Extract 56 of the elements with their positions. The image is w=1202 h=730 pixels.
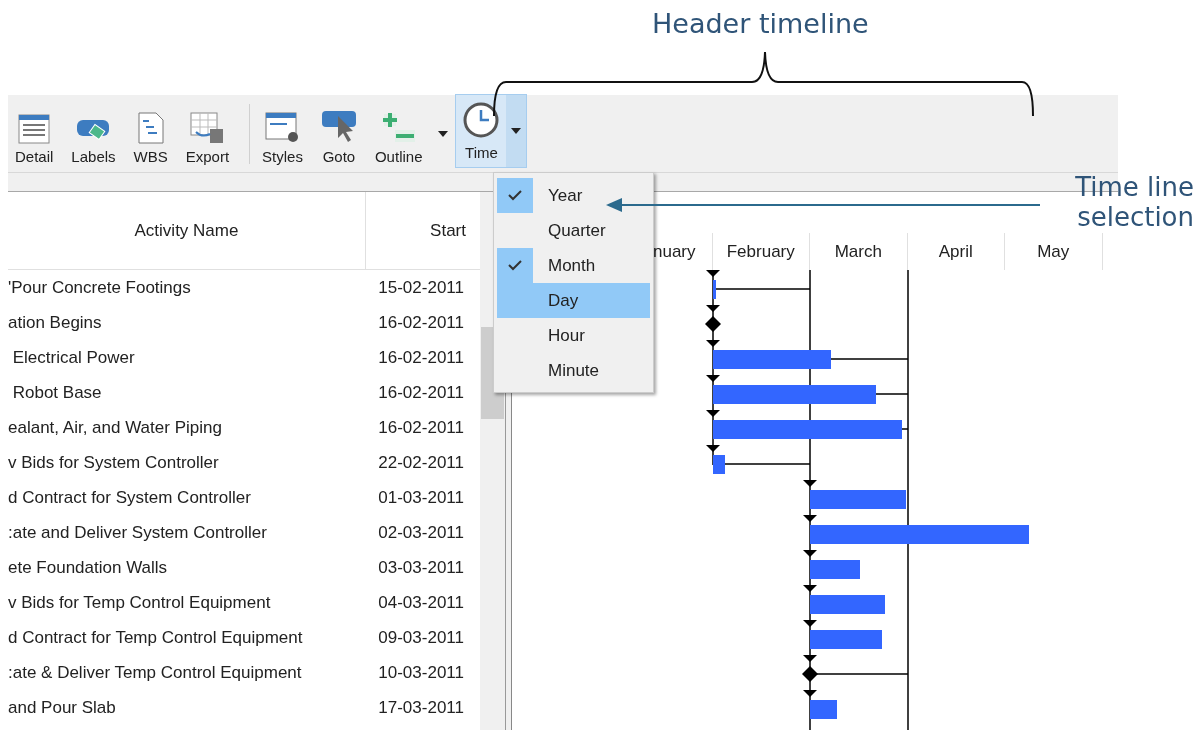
pointer-icon xyxy=(320,109,357,144)
menu-item[interactable]: Minute xyxy=(497,353,650,388)
table-cell-text: 04-03-2011 xyxy=(377,591,465,614)
table-cell-text: ation Begins xyxy=(8,311,103,334)
table-cell-text: 16-02-2011 xyxy=(377,381,465,404)
export-icon xyxy=(190,111,225,144)
caret-icon xyxy=(511,128,522,134)
table-cell-text: 22-02-2011 xyxy=(377,451,465,474)
toolbar-button[interactable]: Outline xyxy=(369,100,428,168)
table-cell-text: 15-02-2011 xyxy=(377,276,465,299)
caret-icon xyxy=(438,131,449,137)
table-cell-text: ealant, Air, and Water Piping xyxy=(8,416,223,439)
table-cell-text: Electrical Power xyxy=(11,346,136,369)
callout-text: Time line selection xyxy=(1074,172,1194,232)
toolbar-button[interactable]: Detail xyxy=(10,100,59,168)
table-cell-text: 02-03-2011 xyxy=(377,521,465,544)
table-cell-text: d Contract for Temp Control Equipment xyxy=(8,626,304,649)
callout-text: Header timeline xyxy=(652,7,869,41)
check-icon xyxy=(508,190,522,201)
table-cell-text: d Contract for System Controller xyxy=(8,486,252,509)
table-cell-text: 16-02-2011 xyxy=(377,416,465,439)
toolbar-button[interactable]: WBS xyxy=(128,100,173,168)
table-cell-text: 10-03-2011 xyxy=(377,661,465,684)
table-icon xyxy=(18,113,51,144)
toolbar-button[interactable]: Export xyxy=(180,100,235,168)
table-cell-text: 09-03-2011 xyxy=(377,626,465,649)
styles-icon xyxy=(264,111,301,144)
table-cell-text: v Bids for Temp Control Equipment xyxy=(8,591,272,614)
table-cell-text: 16-02-2011 xyxy=(377,346,465,369)
month-header: March xyxy=(810,233,908,270)
column-header[interactable]: Start xyxy=(366,192,480,269)
menu-item[interactable]: Hour xyxy=(497,318,650,353)
table-cell-text: 'Pour Concrete Footings xyxy=(8,276,192,299)
month-header: April xyxy=(907,233,1005,270)
table-cell-text: 01-03-2011 xyxy=(377,486,465,509)
check-icon xyxy=(508,260,522,271)
toolbar-button[interactable]: Labels xyxy=(66,100,121,168)
table-cell-text: 03-03-2011 xyxy=(377,556,465,579)
table-cell-text: 16-02-2011 xyxy=(377,311,465,334)
table-cell-text: v Bids for System Controller xyxy=(8,451,220,474)
menu-item[interactable]: Year xyxy=(497,178,650,213)
document-icon xyxy=(137,111,164,144)
plus-minus-icon xyxy=(381,111,416,144)
table-cell-text: :ate & Deliver Temp Control Equipment xyxy=(8,661,303,684)
table-cell-text: :ate and Deliver System Controller xyxy=(8,521,268,544)
table-cell-text: 17-03-2011 xyxy=(377,696,465,719)
toolbar-button[interactable]: Goto xyxy=(315,100,362,168)
time-dropdown-button[interactable] xyxy=(506,95,527,167)
toolbar-button[interactable]: Styles xyxy=(257,100,308,168)
menu-item[interactable]: Day xyxy=(497,283,650,318)
column-header[interactable]: Activity Name xyxy=(8,192,366,269)
table-cell-text: Robot Base xyxy=(11,381,103,404)
table-cell-text: and Pour Slab xyxy=(8,696,117,719)
table-cell-text: ete Foundation Walls xyxy=(8,556,169,579)
clock-icon xyxy=(463,101,500,138)
month-header: May xyxy=(1005,233,1103,270)
